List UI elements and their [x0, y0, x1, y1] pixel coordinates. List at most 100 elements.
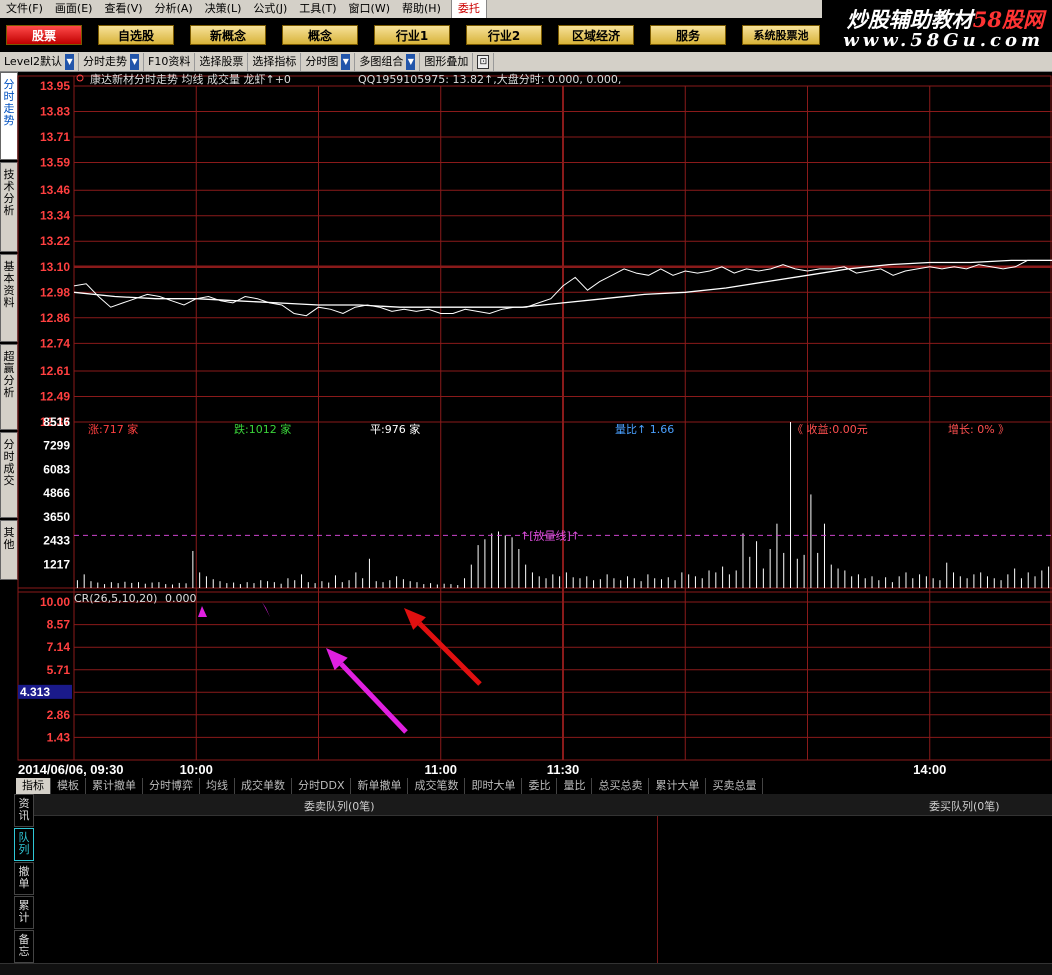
menu-item-7[interactable]: 窗口(W) — [343, 0, 396, 18]
price-tick-label: 12.49 — [40, 389, 70, 403]
queue-tab-1[interactable]: 队列 — [14, 828, 34, 861]
toolbar-item-label: Level2默认 — [4, 54, 63, 68]
menu-item-3[interactable]: 分析(A) — [149, 0, 199, 18]
queue-tab-3[interactable]: 累计 — [14, 896, 34, 929]
toolbar-item-4[interactable]: 选择指标 — [248, 52, 302, 71]
cursor-value-text: 4.313 — [20, 685, 50, 699]
volume-stat-profit: 《 收益:0.00元 — [792, 422, 868, 436]
menu-item-9[interactable]: 委托 — [450, 0, 487, 19]
volume-tick-label: 7299 — [43, 439, 70, 453]
time-tick-label: 14:00 — [913, 762, 946, 777]
func-button-8[interactable]: 系统股票池 — [742, 25, 820, 45]
volume-threshold-label: ↑[放量线]↑ — [520, 528, 580, 542]
sell-queue-title: 委卖队列(0笔) — [304, 800, 375, 813]
menu-item-8[interactable]: 帮助(H) — [396, 0, 447, 18]
price-tick-label: 12.61 — [40, 364, 70, 378]
toolbar-item-label: 多图组合 — [359, 54, 404, 68]
indicator-tab-9[interactable]: 即时大单 — [465, 778, 523, 794]
indicator-tab-11[interactable]: 量比 — [557, 778, 593, 794]
lock-button[interactable]: ⊡ — [473, 52, 495, 71]
menu-item-2[interactable]: 查看(V) — [98, 0, 148, 18]
price-tick-label: 12.98 — [40, 285, 70, 299]
toolbar-item-1[interactable]: 分时走势 ▼ — [79, 52, 145, 71]
queue-divider — [657, 816, 658, 964]
volume-stat-growth: 增长: 0% 》 — [948, 422, 1009, 436]
toolbar-item-7[interactable]: 图形叠加 — [420, 52, 474, 71]
date-time-label: 2014/06/06, 09:30 — [18, 762, 124, 777]
indicator-tab-7[interactable]: 新单撤单 — [351, 778, 409, 794]
toolbar-item-0[interactable]: Level2默认 ▼ — [0, 52, 80, 71]
cr-tick-label: 8.57 — [47, 618, 71, 632]
indicator-tab-5[interactable]: 成交单数 — [235, 778, 292, 794]
toolbar-item-2[interactable]: F10资料 — [144, 52, 196, 71]
toolbar-item-label: 选择指标 — [252, 54, 297, 68]
time-tick-label: 11:30 — [547, 762, 580, 777]
indicator-tab-14[interactable]: 买卖总量 — [706, 778, 764, 794]
intraday-chart[interactable]: 13.95 13.83 13.71 13.59 13.46 13.34 13.22 13.10… — [0, 72, 1052, 778]
indicator-tab-bar: 指标 模板 累计撤单 分时博弈 均线 成交单数 分时DDX 新单撤单 成交笔数 即时大单 委比 量比总… — [0, 778, 1052, 794]
menu-item-4[interactable]: 决策(L) — [199, 0, 248, 18]
func-button-7[interactable]: 服务 — [650, 25, 726, 45]
dropdown-arrow-icon[interactable]: ▼ — [341, 53, 351, 70]
indicator-tab-4[interactable]: 均线 — [200, 778, 235, 794]
price-tick-label: 12.74 — [40, 336, 70, 350]
menu-item-5[interactable]: 公式(J) — [247, 0, 293, 18]
volume-stat-flat_label: 平:976 家 — [370, 422, 420, 436]
func-button-6[interactable]: 区域经济 — [558, 25, 634, 45]
func-button-0[interactable]: 股票 — [6, 25, 82, 45]
queue-tab-0[interactable]: 资讯 — [14, 794, 34, 827]
dropdown-arrow-icon[interactable]: ▼ — [130, 53, 140, 70]
indicator-tab-10[interactable]: 委比 — [522, 778, 558, 794]
chart-frame — [17, 75, 1052, 761]
volume-tick-label: 4866 — [43, 486, 70, 500]
price-tick-label: 13.10 — [40, 260, 70, 274]
queue-side-tabs: 资讯 队列 撤单 累计 备忘 — [14, 794, 34, 964]
func-button-3[interactable]: 概念 — [282, 25, 358, 45]
order-queue-panel: 资讯 队列 撤单 累计 备忘 委卖队列(0笔) 委买队列(0笔) — [0, 794, 1052, 964]
queue-tab-4[interactable]: 备忘 — [14, 930, 34, 963]
indicator-tab-1[interactable]: 模板 — [51, 778, 86, 794]
menu-item-6[interactable]: 工具(T) — [293, 0, 342, 18]
volume-stat-up_label: 涨:717 家 — [88, 422, 138, 436]
watermark-url: www.58Gu.com — [843, 30, 1044, 51]
red-arrow-icon — [417, 621, 482, 686]
chart-toolbar: Level2默认 ▼ 分时走势 ▼ F10资料 选择股票 选择指标 分时图 ▼ 多图组合 ▼ 图形叠加… — [0, 52, 1052, 72]
toolbar-item-6[interactable]: 多图组合 ▼ — [355, 52, 421, 71]
price-tick-label: 13.46 — [40, 183, 70, 197]
indicator-tab-8[interactable]: 成交笔数 — [408, 778, 466, 794]
small-magenta-marker-icon — [198, 606, 207, 617]
menu-item-1[interactable]: 画面(E) — [49, 0, 99, 18]
indicator-tab-0[interactable]: 指标 — [16, 778, 51, 794]
volume-stat-volume_ratio: 量比↑ 1.66 — [615, 423, 674, 436]
toolbar-item-3[interactable]: 选择股票 — [195, 52, 249, 71]
price-tick-label: 13.34 — [40, 209, 70, 223]
dropdown-arrow-icon[interactable]: ▼ — [406, 53, 416, 70]
func-button-5[interactable]: 行业2 — [466, 25, 542, 45]
cr-indicator-label: CR(26,5,10,20) — [74, 592, 157, 605]
volume-tick-label: 3650 — [43, 510, 70, 524]
volume-tick-label: 8516 — [43, 415, 70, 429]
func-button-4[interactable]: 行业1 — [374, 25, 450, 45]
lock-icon: ⊡ — [477, 54, 490, 69]
cr-value-label: 0.000 — [165, 592, 197, 605]
cr-tick-label: 1.43 — [47, 730, 71, 744]
func-button-1[interactable]: 自选股 — [98, 25, 174, 45]
price-tick-label: 13.22 — [40, 234, 70, 248]
toolbar-item-5[interactable]: 分时图 ▼ — [301, 52, 356, 71]
time-tick-label: 10:00 — [180, 762, 213, 777]
indicator-tab-3[interactable]: 分时博弈 — [143, 778, 200, 794]
indicator-tab-13[interactable]: 累计大单 — [649, 778, 707, 794]
toolbar-item-label: 分时图 — [305, 54, 339, 68]
status-bar — [0, 963, 1052, 975]
func-button-2[interactable]: 新概念 — [190, 25, 266, 45]
indicator-tab-12[interactable]: 总买总卖 — [592, 778, 650, 794]
menu-item-0[interactable]: 文件(F) — [0, 0, 49, 18]
queue-tab-2[interactable]: 撤单 — [14, 862, 34, 895]
buy-queue-title: 委买队列(0笔) — [929, 800, 1000, 813]
price-tick-label: 13.83 — [40, 105, 70, 119]
dropdown-arrow-icon[interactable]: ▼ — [65, 53, 75, 70]
chart-header: 康达新材分时走势 均线 成交量 龙虾↑+0 — [90, 72, 291, 86]
time-tick-label: 11:00 — [424, 762, 457, 777]
indicator-tab-2[interactable]: 累计撤单 — [86, 778, 143, 794]
indicator-tab-6[interactable]: 分时DDX — [292, 778, 352, 794]
